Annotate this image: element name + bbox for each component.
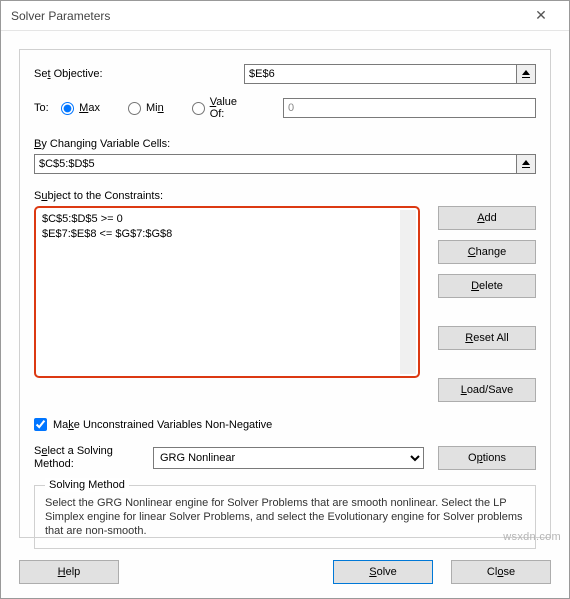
unconstrained-checkbox-row[interactable]: Make Unconstrained Variables Non-Negativ… — [34, 418, 536, 431]
constraints-area: $C$5:$D$5 >= 0 $E$7:$E$8 <= $G$7:$G$8 Ad… — [34, 206, 536, 402]
solving-method-box: Solving Method Select the GRG Nonlinear … — [34, 485, 536, 549]
radio-valueof-input[interactable] — [192, 102, 205, 115]
bottom-bar: Help Solve Close — [19, 560, 551, 584]
close-button[interactable]: Close — [451, 560, 551, 584]
objective-ref-button[interactable] — [517, 64, 536, 84]
main-panel: Set Objective: To: Max Min — [19, 49, 551, 538]
changing-input-wrap — [34, 154, 536, 174]
method-label: Select a Solving Method: — [34, 445, 139, 471]
changing-input[interactable] — [34, 154, 517, 174]
help-button[interactable]: Help — [19, 560, 119, 584]
objective-label: Set Objective: — [34, 68, 244, 80]
change-button[interactable]: Change — [438, 240, 536, 264]
load-save-button[interactable]: Load/Save — [438, 378, 536, 402]
constraint-buttons: Add Change Delete Reset All Load/Save — [438, 206, 536, 402]
titlebar: Solver Parameters ✕ — [1, 1, 569, 31]
objective-row: Set Objective: — [34, 64, 536, 84]
delete-button[interactable]: Delete — [438, 274, 536, 298]
changing-label: By Changing Variable Cells: — [34, 138, 536, 150]
changing-ref-button[interactable] — [517, 154, 536, 174]
reset-all-button[interactable]: Reset All — [438, 326, 536, 350]
add-button[interactable]: Add — [438, 206, 536, 230]
unconstrained-checkbox[interactable] — [34, 418, 47, 431]
solve-button[interactable]: Solve — [333, 560, 433, 584]
objective-input[interactable] — [244, 64, 517, 84]
constraints-label: Subject to the Constraints: — [34, 190, 536, 202]
to-row: To: Max Min Value Of: — [34, 96, 536, 120]
watermark: wsxdn.com — [503, 531, 561, 543]
radio-max-input[interactable] — [61, 102, 74, 115]
changing-row — [34, 154, 536, 174]
constraint-item[interactable]: $E$7:$E$8 <= $G$7:$G$8 — [42, 227, 412, 242]
collapse-icon — [521, 69, 531, 79]
method-row: Select a Solving Method: GRG Nonlinear O… — [34, 445, 536, 471]
method-select[interactable]: GRG Nonlinear — [153, 447, 424, 469]
solver-dialog: Solver Parameters ✕ Set Objective: To: — [0, 0, 570, 599]
scrollbar[interactable] — [400, 210, 416, 374]
unconstrained-label: Make Unconstrained Variables Non-Negativ… — [53, 419, 272, 431]
radio-valueof[interactable]: Value Of: — [192, 96, 237, 120]
radio-min-input[interactable] — [128, 102, 141, 115]
radio-max[interactable]: Max — [61, 102, 100, 115]
window-title: Solver Parameters — [11, 9, 521, 23]
content-area: Set Objective: To: Max Min — [1, 31, 569, 598]
radio-min[interactable]: Min — [128, 102, 164, 115]
constraint-item[interactable]: $C$5:$D$5 >= 0 — [42, 212, 412, 227]
constraints-list[interactable]: $C$5:$D$5 >= 0 $E$7:$E$8 <= $G$7:$G$8 — [34, 206, 420, 378]
collapse-icon — [521, 159, 531, 169]
to-label: To: — [34, 102, 61, 114]
options-button[interactable]: Options — [438, 446, 536, 470]
objective-input-wrap — [244, 64, 536, 84]
valueof-input — [283, 98, 536, 118]
solving-method-desc: Select the GRG Nonlinear engine for Solv… — [45, 496, 525, 538]
solving-method-title: Solving Method — [45, 478, 129, 492]
close-icon[interactable]: ✕ — [521, 2, 561, 30]
